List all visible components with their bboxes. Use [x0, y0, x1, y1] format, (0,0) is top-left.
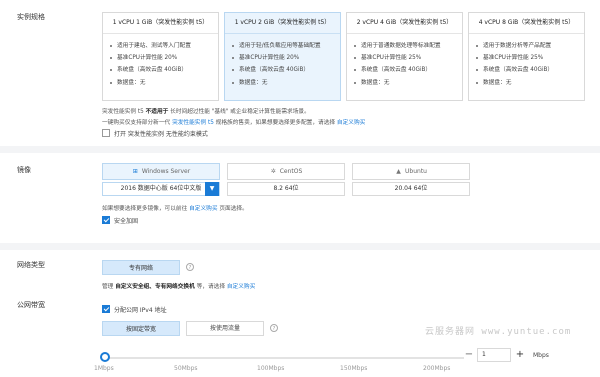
ubuntu-icon: ▲ [396, 168, 401, 175]
card-feature: 适用于轻/低负载应用等基础配置 [232, 40, 340, 52]
card-feature: 适用于普通数据处理等标准配置 [354, 40, 462, 52]
image-tab-centos[interactable]: ✲ CentOS [227, 163, 345, 180]
ubuntu-version-select[interactable]: 20.04 64位 [352, 182, 470, 196]
card-feature: 基准CPU计算性能 25% [354, 52, 462, 64]
decrement-button[interactable]: − [462, 348, 476, 362]
image-tab-label: Ubuntu [405, 168, 427, 175]
custom-purchase-note: 一键购买仅支持部分新一代 突发性能实例 t5 规格族的售卖，如果想要选择更多配置… [102, 117, 365, 126]
card-title: 4 vCPU 8 GiB（突发性能实例 t5） [469, 13, 584, 34]
card-feature: 数据盘：无 [354, 77, 462, 89]
slider-tick: 100Mbps [257, 365, 285, 372]
ipv4-label: 分配公网 IPv4 地址 [114, 307, 167, 314]
note-bold: 自定义安全组、专有网络交换机 [115, 284, 195, 290]
security-hardening-label: 安全加固 [114, 218, 139, 225]
burstable-note: 突发性能实例 t5 不适用于 长时间超过性能 "基线" 或企业稳定计算性能需求场… [102, 106, 310, 115]
bandwidth-slider-track[interactable] [104, 357, 464, 359]
centos-icon: ✲ [270, 168, 276, 175]
unlimited-mode-label: 打开 突发性能实例 无性能约束模式 [114, 131, 208, 138]
instance-spec-label: 实例规格 [17, 13, 45, 21]
custom-purchase-link[interactable]: 自定义购买 [227, 284, 255, 290]
note-text: 如果想要选择更多镜像，可以前往 [102, 206, 190, 212]
network-type-label: 网络类型 [17, 261, 45, 269]
image-note: 如果想要选择更多镜像，可以前往 自定义购买 页面选择。 [102, 203, 248, 212]
card-title: 1 vCPU 2 GiB（突发性能实例 t5） [225, 13, 340, 34]
bandwidth-unit: Mbps [533, 352, 549, 359]
version-value: 2016 数据中心版 64位中文版 [120, 185, 202, 192]
version-value: 8.2 64位 [273, 185, 299, 192]
card-feature: 数据盘：无 [232, 77, 340, 89]
instance-card-1c2g[interactable]: 1 vCPU 2 GiB（突发性能实例 t5） 适用于轻/低负载应用等基础配置 … [224, 12, 341, 101]
slider-tick: 1Mbps [94, 365, 114, 372]
bandwidth-input[interactable]: 1 [477, 348, 511, 362]
image-tab-windows[interactable]: ⊞ Windows Server [102, 163, 220, 180]
note-text: 突发性能实例 t5 [102, 109, 146, 115]
bandwidth-slider-handle[interactable] [100, 352, 110, 362]
note-text: 页面选择。 [217, 206, 248, 212]
note-text: 规格族的售卖，如果想要选择更多配置，请选择 [213, 120, 337, 126]
custom-purchase-link[interactable]: 自定义购买 [337, 120, 365, 126]
increment-button[interactable]: + [513, 348, 527, 362]
card-feature: 适用于建站、测试等入门配置 [110, 40, 218, 52]
card-feature: 基准CPU计算性能 20% [110, 52, 218, 64]
watermark: 云服务器网 www.yuntue.com [425, 327, 572, 337]
help-icon[interactable]: ? [186, 263, 194, 271]
image-tab-label: CentOS [279, 168, 303, 175]
centos-version-select[interactable]: 8.2 64位 [227, 182, 345, 196]
instance-card-2c4g[interactable]: 2 vCPU 4 GiB（突发性能实例 t5） 适用于普通数据处理等标准配置 基… [346, 12, 463, 101]
billing-traffic-button[interactable]: 按使用流量 [186, 321, 264, 336]
t5-link[interactable]: 突发性能实例 t5 [172, 120, 214, 126]
billing-fixed-bandwidth-button[interactable]: 按固定带宽 [102, 321, 180, 336]
card-title: 1 vCPU 1 GiB（突发性能实例 t5） [103, 13, 218, 34]
card-feature: 适用于数据分析等产品配置 [476, 40, 584, 52]
slider-tick: 50Mbps [174, 365, 198, 372]
note-text: 长时间超过性能 "基线" 或企业稳定计算性能需求场景。 [168, 109, 310, 115]
ipv4-checkbox[interactable] [102, 305, 110, 313]
windows-version-select[interactable]: 2016 数据中心版 64位中文版 ▼ [102, 182, 220, 196]
chevron-down-icon[interactable]: ▼ [205, 182, 219, 196]
note-bold: 不适用于 [145, 109, 169, 115]
note-text: 等，请选择 [194, 284, 227, 290]
card-feature: 基准CPU计算性能 25% [476, 52, 584, 64]
network-note: 管理 自定义安全组、专有网络交换机 等，请选择 自定义购买 [102, 281, 255, 290]
network-section: 网络类型 专有网络 ? 管理 自定义安全组、专有网络交换机 等，请选择 自定义购… [0, 250, 600, 377]
help-icon[interactable]: ? [270, 324, 278, 332]
card-feature: 数据盘：无 [476, 77, 584, 89]
security-hardening-checkbox[interactable] [102, 216, 110, 224]
bandwidth-label: 公网带宽 [17, 301, 45, 309]
image-tab-label: Windows Server [141, 168, 191, 175]
note-text: 管理 [102, 284, 116, 290]
vpc-button[interactable]: 专有网络 [102, 260, 180, 275]
instance-card-4c8g[interactable]: 4 vCPU 8 GiB（突发性能实例 t5） 适用于数据分析等产品配置 基准C… [468, 12, 585, 101]
instance-spec-section: 实例规格 1 vCPU 1 GiB（突发性能实例 t5） 适用于建站、测试等入门… [0, 0, 600, 146]
slider-tick: 150Mbps [340, 365, 368, 372]
card-feature: 基准CPU计算性能 20% [232, 52, 340, 64]
windows-icon: ⊞ [132, 168, 138, 175]
note-text: 一键购买仅支持部分新一代 [102, 120, 173, 126]
card-title: 2 vCPU 4 GiB（突发性能实例 t5） [347, 13, 462, 34]
image-label: 镜像 [17, 166, 31, 174]
card-feature: 系统盘（高效云盘 40GiB） [354, 64, 462, 76]
image-tab-ubuntu[interactable]: ▲ Ubuntu [352, 163, 470, 180]
slider-tick: 200Mbps [423, 365, 451, 372]
card-feature: 系统盘（高效云盘 40GiB） [476, 64, 584, 76]
card-feature: 数据盘：无 [110, 77, 218, 89]
custom-purchase-link[interactable]: 自定义购买 [189, 206, 217, 212]
unlimited-mode-checkbox[interactable] [102, 129, 110, 137]
card-feature: 系统盘（高效云盘 40GiB） [232, 64, 340, 76]
instance-card-1c1g[interactable]: 1 vCPU 1 GiB（突发性能实例 t5） 适用于建站、测试等入门配置 基准… [102, 12, 219, 101]
image-section: 镜像 ⊞ Windows Server ✲ CentOS ▲ Ubuntu 2016 … [0, 153, 600, 243]
version-value: 20.04 64位 [394, 185, 428, 192]
card-feature: 系统盘（高效云盘 40GiB） [110, 64, 218, 76]
